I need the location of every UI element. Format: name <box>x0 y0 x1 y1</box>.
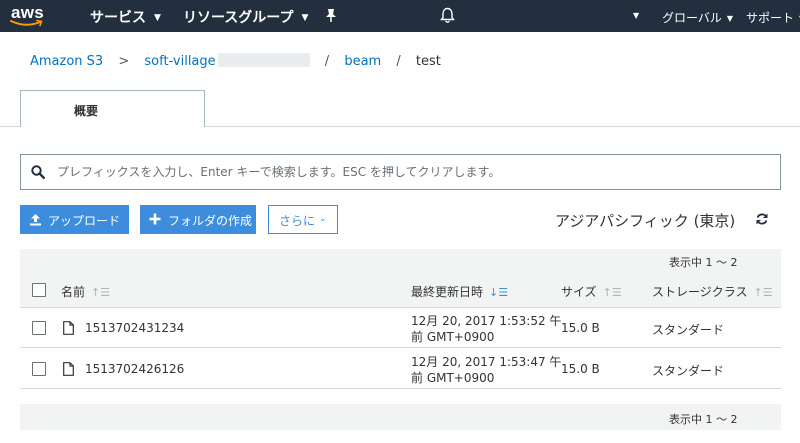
search-input[interactable] <box>57 162 757 182</box>
region-global-menu[interactable]: グローバル ▼ <box>662 9 733 26</box>
sort-ascending-icon: ↑☰ <box>91 286 111 299</box>
breadcrumb-current: test <box>415 54 441 69</box>
account-menu-caret-icon[interactable]: ▼ <box>633 11 639 20</box>
resource-groups-menu[interactable]: リソースグループ ▼ <box>183 7 308 27</box>
breadcrumb: Amazon S3 > soft-village / beam / test <box>30 53 441 69</box>
sort-descending-icon: ↓☰ <box>489 286 509 299</box>
pager-text: 表示中 1 ～ 2 <box>669 256 738 269</box>
upload-button[interactable]: アップロード <box>20 205 129 234</box>
aws-smile-icon <box>10 19 43 27</box>
create-folder-button-label: フォルダの作成 <box>168 214 253 228</box>
column-header-size[interactable]: サイズ ↑☰ <box>561 283 622 300</box>
sort-ascending-icon: ↑☰ <box>753 286 773 299</box>
tab-overview[interactable]: 概要 <box>20 90 205 127</box>
last-modified-cell: 12月 20, 2017 1:53:52 午前 GMT+0900 <box>411 313 561 345</box>
create-folder-button[interactable]: フォルダの作成 <box>140 205 256 234</box>
file-name-link[interactable]: 1513702431234 <box>85 321 184 335</box>
top-nav-bar: aws サービス ▼ リソースグループ ▼ ▼ グローバル ▼ サポート▼ <box>0 0 800 32</box>
search-box <box>20 154 781 190</box>
upload-icon <box>30 214 41 226</box>
tab-overview-label: 概要 <box>74 104 99 118</box>
last-modified-line2: 前 GMT+0900 <box>411 371 495 385</box>
pin-icon[interactable] <box>324 8 338 23</box>
select-all-checkbox[interactable] <box>32 283 46 297</box>
pager-bottom: 表示中 1 ～ 2 <box>20 404 781 430</box>
storage-class-cell: スタンダード <box>652 323 725 337</box>
column-header-last-modified-label: 最終更新日時 <box>411 285 484 299</box>
global-menu-label: グローバル <box>662 11 722 25</box>
breadcrumb-slash: / <box>324 54 330 69</box>
pager-text: 表示中 1 ～ 2 <box>669 413 738 426</box>
search-icon <box>31 165 45 179</box>
column-header-name[interactable]: 名前 ↑☰ <box>61 283 110 300</box>
chevron-down-icon: ▼ <box>726 14 734 23</box>
breadcrumb-root-link[interactable]: Amazon S3 <box>30 54 103 69</box>
breadcrumb-folder-link[interactable]: beam <box>344 54 381 69</box>
sort-ascending-icon: ↑☰ <box>602 286 622 299</box>
file-icon <box>63 321 74 335</box>
column-header-storage-class-label: ストレージクラス <box>652 285 748 299</box>
size-cell: 15.0 B <box>561 362 600 376</box>
storage-class-cell: スタンダード <box>652 364 725 378</box>
upload-button-label: アップロード <box>48 214 121 228</box>
more-actions-label: さらに <box>279 214 316 228</box>
aws-logo[interactable]: aws <box>10 3 50 29</box>
table-row[interactable]: 1513702431234 12月 20, 2017 1:53:52 午前 GM… <box>20 308 781 348</box>
column-header-name-label: 名前 <box>61 285 86 299</box>
table-row[interactable]: 1513702426126 12月 20, 2017 1:53:47 午前 GM… <box>20 349 781 389</box>
chevron-down-icon: ▼ <box>154 13 161 23</box>
file-name-link[interactable]: 1513702426126 <box>85 362 184 376</box>
services-menu[interactable]: サービス ▼ <box>90 7 161 27</box>
file-icon <box>63 362 74 376</box>
region-label: アジアパシフィック (東京) <box>555 212 736 230</box>
breadcrumb-slash: / <box>396 54 401 69</box>
pager-top: 表示中 1 ～ 2 <box>20 249 781 271</box>
more-actions-button[interactable]: さらに ⌄ <box>268 205 338 234</box>
chevron-down-icon: ⌄ <box>319 214 327 224</box>
plus-icon <box>149 213 161 225</box>
row-checkbox[interactable] <box>32 362 46 376</box>
size-cell: 15.0 B <box>561 321 600 335</box>
column-header-size-label: サイズ <box>561 285 597 299</box>
breadcrumb-separator: > <box>118 54 130 69</box>
table-header: 名前 ↑☰ 最終更新日時 ↓☰ サイズ ↑☰ ストレージクラス ↑☰ <box>20 271 781 308</box>
column-header-storage-class[interactable]: ストレージクラス ↑☰ <box>652 283 773 300</box>
last-modified-line1: 12月 20, 2017 1:53:52 午 <box>411 314 562 328</box>
breadcrumb-bucket-link[interactable]: soft-village <box>144 54 215 69</box>
services-menu-label: サービス <box>90 10 146 26</box>
last-modified-line1: 12月 20, 2017 1:53:47 午 <box>411 355 562 369</box>
last-modified-cell: 12月 20, 2017 1:53:47 午前 GMT+0900 <box>411 354 561 386</box>
support-menu[interactable]: サポート▼ <box>746 9 800 26</box>
refresh-icon[interactable] <box>755 212 769 226</box>
resource-groups-menu-label: リソースグループ <box>183 10 294 26</box>
row-checkbox[interactable] <box>32 321 46 335</box>
chevron-down-icon: ▼ <box>301 13 309 23</box>
bell-icon[interactable] <box>440 7 455 24</box>
support-menu-label: サポート <box>746 11 795 25</box>
last-modified-line2: 前 GMT+0900 <box>411 330 495 344</box>
redacted-text <box>217 53 310 67</box>
column-header-last-modified[interactable]: 最終更新日時 ↓☰ <box>411 283 508 300</box>
